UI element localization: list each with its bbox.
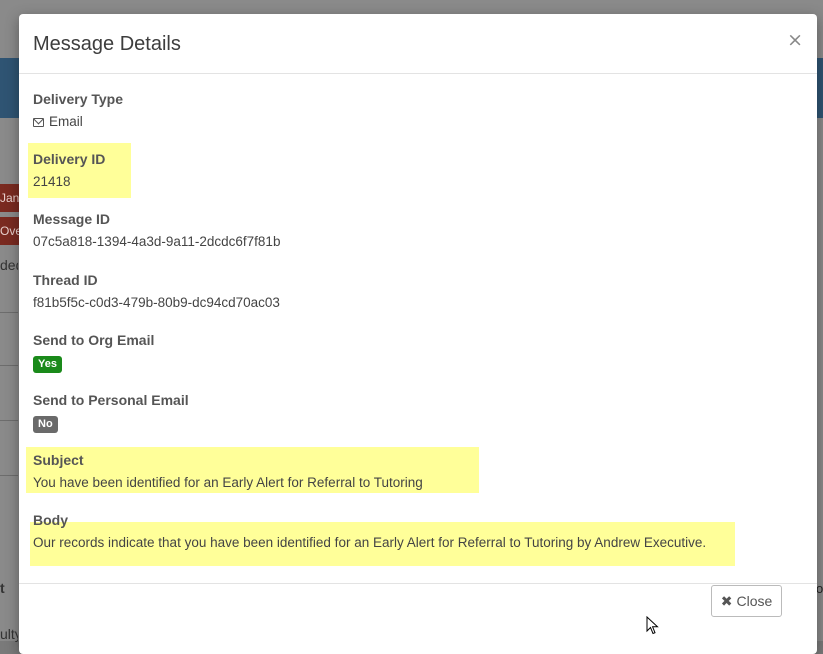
status-badge: Yes — [33, 356, 62, 373]
field-value: No — [33, 414, 189, 433]
field-thread-id: Thread ID f81b5f5c-c0d3-479b-80b9-dc94cd… — [33, 272, 280, 311]
field-label: Delivery ID — [33, 151, 106, 167]
field-send-org-email: Send to Org Email Yes — [33, 332, 154, 373]
modal-header: Message Details × — [19, 14, 817, 74]
modal-footer — [19, 583, 817, 654]
field-value: You have been identified for an Early Al… — [33, 475, 423, 490]
field-value: 21418 — [33, 174, 71, 189]
close-icon[interactable]: × — [787, 31, 803, 50]
field-body: Body Our records indicate that you have … — [33, 512, 706, 551]
background-divider — [0, 365, 18, 366]
background-divider — [0, 475, 18, 476]
background-button-label: Janua — [0, 191, 20, 205]
field-value: Our records indicate that you have been … — [33, 535, 707, 550]
field-label: Delivery Type — [33, 91, 124, 107]
field-message-id: Message ID 07c5a818-1394-4a3d-9a11-2dcdc… — [33, 211, 280, 250]
background-column-header: t — [0, 580, 5, 596]
status-badge: No — [33, 416, 58, 433]
field-value: f81b5f5c-c0d3-479b-80b9-dc94cd70ac03 — [33, 295, 280, 310]
field-label: Subject — [33, 452, 84, 468]
background-text: ded — [0, 257, 18, 273]
background-text: ulty — [0, 626, 18, 642]
field-label: Message ID — [33, 211, 111, 227]
field-delivery-id: Delivery ID 21418 — [33, 151, 105, 190]
field-delivery-type: Delivery Type Email — [33, 91, 123, 130]
field-subject: Subject You have been identified for an … — [33, 452, 423, 491]
field-send-personal-email: Send to Personal Email No — [33, 392, 189, 433]
background-divider — [0, 420, 18, 421]
close-button[interactable]: ✖ Close — [711, 585, 782, 617]
field-value: 07c5a818-1394-4a3d-9a11-2dcdc6f7f81b — [33, 234, 281, 249]
field-label: Body — [33, 512, 68, 528]
background-text: o — [816, 581, 823, 596]
message-details-modal: Message Details × Delivery Type Email De… — [19, 14, 817, 654]
field-label: Thread ID — [33, 272, 98, 288]
field-value: Email — [33, 113, 123, 130]
close-button-label: Close — [736, 592, 773, 609]
field-label: Send to Org Email — [33, 332, 155, 348]
times-icon: ✖ — [720, 593, 733, 610]
mouse-cursor-icon — [646, 616, 659, 635]
background-button-overdue: Ove — [0, 217, 20, 245]
background-button-label: Ove — [0, 224, 20, 238]
delivery-type-value: Email — [49, 114, 83, 129]
envelope-icon — [33, 118, 44, 127]
field-value: Yes — [33, 354, 154, 373]
modal-title: Message Details — [33, 33, 181, 55]
background-divider — [0, 312, 18, 313]
background-button-january: Janua — [0, 184, 20, 212]
field-label: Send to Personal Email — [33, 392, 189, 408]
